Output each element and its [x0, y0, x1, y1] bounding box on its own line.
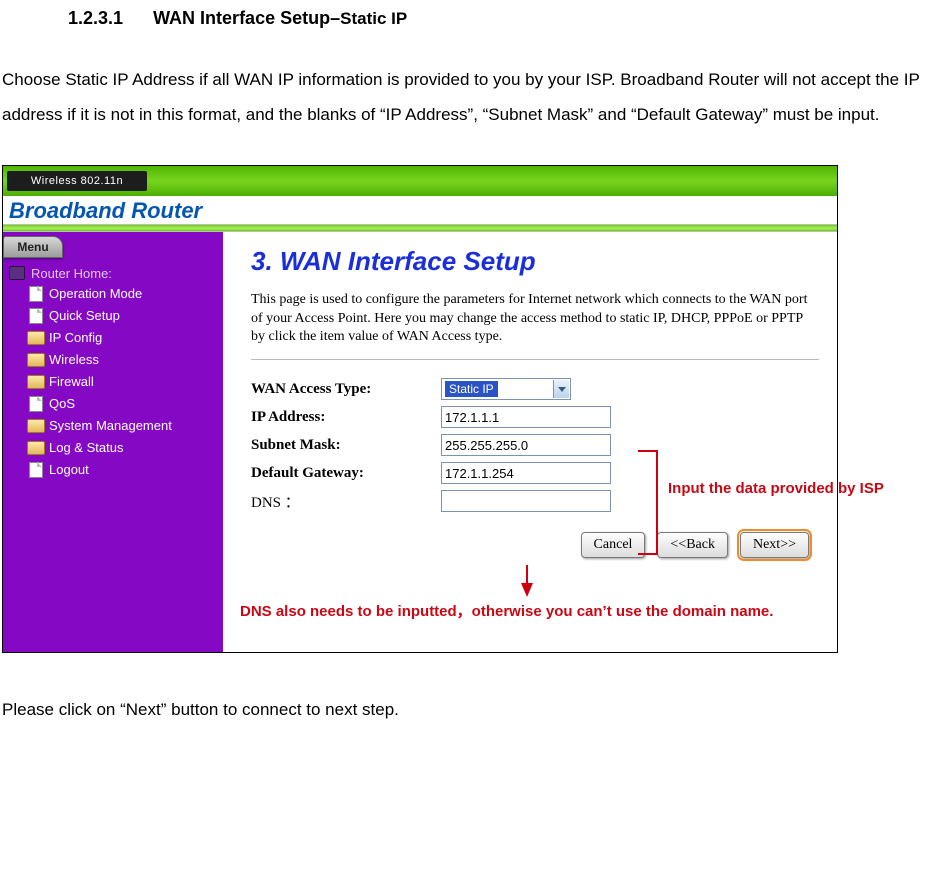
- annotation-bracket: [638, 450, 658, 555]
- header-divider: [3, 224, 837, 232]
- menu-item-label: QoS: [49, 396, 75, 411]
- chevron-down-icon: [553, 380, 569, 398]
- input-subnet-mask[interactable]: [441, 434, 611, 456]
- router-screenshot: Wireless 802.11n Broadband Router Menu R…: [2, 165, 936, 653]
- content-title: 3. WAN Interface Setup: [251, 246, 819, 283]
- router-ui-window: Wireless 802.11n Broadband Router Menu R…: [2, 165, 838, 653]
- label-ip-address: IP Address:: [251, 409, 441, 426]
- menu-item-system-management[interactable]: System Management: [3, 415, 223, 437]
- document-page: 1.2.3.1 WAN Interface Setup–Static IP Ch…: [0, 0, 938, 737]
- input-dns[interactable]: [441, 490, 611, 512]
- label-dns: DNS ：: [251, 491, 441, 512]
- section-heading: 1.2.3.1 WAN Interface Setup–Static IP: [0, 0, 938, 33]
- select-value: Static IP: [445, 381, 498, 397]
- menu-tab-wrap: Menu: [3, 232, 223, 260]
- annotation-arrow-icon: [521, 583, 533, 597]
- menu-tab: Menu: [3, 236, 63, 258]
- menu-item-label: System Management: [49, 418, 172, 433]
- menu-item-label: Firewall: [49, 374, 94, 389]
- menu-item-quick-setup[interactable]: Quick Setup: [3, 305, 223, 327]
- wireless-badge: Wireless 802.11n: [7, 171, 147, 191]
- intro-paragraph: Choose Static IP Address if all WAN IP i…: [0, 33, 938, 143]
- menu-item-ip-config[interactable]: IP Config: [3, 327, 223, 349]
- next-button[interactable]: Next>>: [740, 532, 809, 558]
- menu-root: Router Home:: [3, 260, 223, 283]
- menu-item-wireless[interactable]: Wireless: [3, 349, 223, 371]
- heading-title-main: WAN Interface Setup–: [153, 8, 340, 28]
- sidebar-menu: Menu Router Home: Operation Mode Quick S…: [3, 232, 223, 652]
- back-button[interactable]: <<Back: [657, 532, 728, 558]
- router-body: Menu Router Home: Operation Mode Quick S…: [3, 232, 837, 652]
- label-default-gateway: Default Gateway:: [251, 465, 441, 482]
- menu-item-label: Operation Mode: [49, 286, 142, 301]
- menu-item-label: IP Config: [49, 330, 102, 345]
- row-subnet-mask: Subnet Mask:: [251, 434, 819, 456]
- menu-item-qos[interactable]: QoS: [3, 393, 223, 415]
- closing-paragraph: Please click on “Next” button to connect…: [0, 653, 938, 737]
- button-row: Cancel <<Back Next>>: [251, 518, 819, 558]
- menu-item-label: Logout: [49, 462, 89, 477]
- menu-item-operation-mode[interactable]: Operation Mode: [3, 283, 223, 305]
- menu-item-label: Quick Setup: [49, 308, 120, 323]
- input-default-gateway[interactable]: [441, 462, 611, 484]
- menu-item-firewall[interactable]: Firewall: [3, 371, 223, 393]
- menu-item-log-status[interactable]: Log & Status: [3, 437, 223, 459]
- label-subnet-mask: Subnet Mask:: [251, 437, 441, 454]
- row-wan-access-type: WAN Access Type: Static IP: [251, 378, 819, 400]
- menu-item-label: Log & Status: [49, 440, 123, 455]
- content-divider: [251, 359, 819, 360]
- brand-title: Broadband Router: [3, 196, 837, 224]
- input-ip-address[interactable]: [441, 406, 611, 428]
- header-green-band: Wireless 802.11n: [3, 166, 837, 196]
- annotation-isp-note: Input the data provided by ISP: [668, 475, 928, 504]
- menu-item-label: Wireless: [49, 352, 99, 367]
- heading-title-sub: Static IP: [340, 9, 407, 28]
- label-wan-access-type: WAN Access Type:: [251, 381, 441, 398]
- annotation-arrow-stem: [526, 565, 528, 585]
- row-ip-address: IP Address:: [251, 406, 819, 428]
- content-description: This page is used to configure the param…: [251, 283, 819, 348]
- annotation-dns-note: DNS also needs to be inputted，otherwise …: [240, 598, 938, 627]
- heading-number: 1.2.3.1: [68, 8, 123, 28]
- menu-item-logout[interactable]: Logout: [3, 459, 223, 481]
- select-wan-access-type[interactable]: Static IP: [441, 378, 571, 400]
- cancel-button[interactable]: Cancel: [581, 532, 646, 558]
